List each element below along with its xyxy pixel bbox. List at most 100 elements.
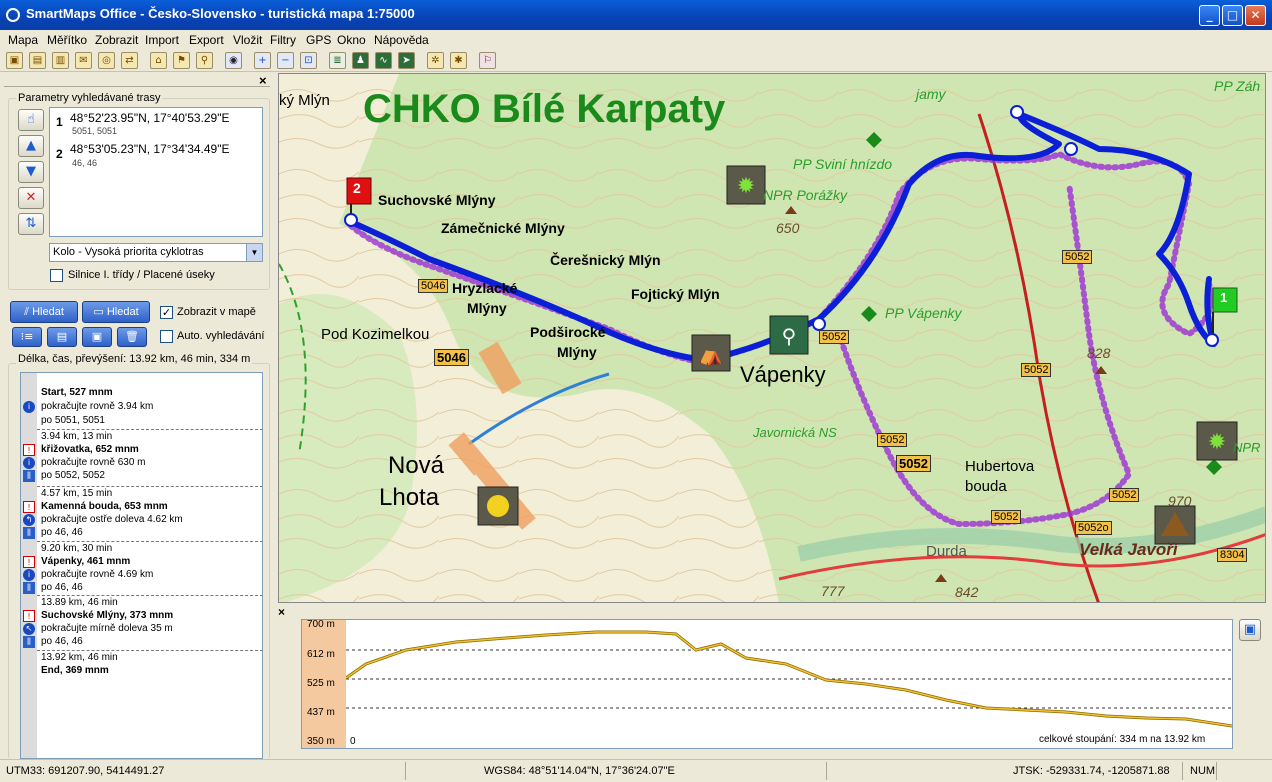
print-icon[interactable]: ▥	[52, 52, 69, 69]
road-number: 5052	[1062, 250, 1093, 264]
map-label: 828	[1087, 345, 1111, 361]
move-up-button[interactable]: ▲	[18, 135, 44, 157]
open-icon[interactable]: ▣	[6, 52, 23, 69]
trash-icon[interactable]: 🗑	[117, 327, 147, 347]
itinerary-list[interactable]: i Start, 527 mnm pokračujte rovně 3.94 k…	[20, 372, 263, 759]
show-in-map-checkbox[interactable]: ✓	[160, 306, 173, 319]
profile-summary: celkové stoupání: 334 m na 13.92 km	[1039, 734, 1206, 745]
window-title: SmartMaps Office - Česko-Slovensko - tur…	[26, 6, 415, 21]
pin-icon[interactable]: ⚐	[479, 52, 496, 69]
item-line: po 46, 46	[41, 582, 83, 593]
sync-icon[interactable]: ⇄	[121, 52, 138, 69]
profile-icon[interactable]: ∿	[375, 52, 392, 69]
car-icon: ▭	[93, 306, 107, 318]
save-icon[interactable]: ▤	[29, 52, 46, 69]
item-title: Suchovské Mlýny, 373 mnm	[41, 610, 174, 621]
waypoint-list[interactable]: 1 48°52'23.95"N, 17°40'53.29"E 5051, 505…	[49, 107, 263, 237]
delete-point-button[interactable]: ✕	[18, 187, 44, 209]
map-label: NPR Porážky	[763, 187, 848, 203]
map-label: jamy	[916, 86, 946, 102]
map-label: Čerešnický Mlýn	[550, 252, 661, 268]
svg-text:⛺: ⛺	[699, 342, 724, 366]
menu-napoveda[interactable]: Nápověda	[374, 33, 429, 47]
layers-icon[interactable]: ≣	[329, 52, 346, 69]
end-marker[interactable]: 2	[353, 180, 361, 196]
route-icon[interactable]: ⚑	[173, 52, 190, 69]
close-button[interactable]: ✕	[1245, 5, 1266, 26]
auto-search-checkbox[interactable]	[160, 330, 173, 343]
save-profile-icon[interactable]: ▣	[1239, 619, 1261, 641]
road-number: 5052	[877, 433, 908, 447]
map-label: Hubertova	[965, 458, 1035, 475]
move-down-button[interactable]: ▼	[18, 161, 44, 183]
waypoint-coords[interactable]: 48°53'05.23"N, 17°34'34.49"E	[70, 142, 230, 156]
pick-point-button[interactable]: ☝	[18, 109, 44, 131]
map-label: Vápenky	[740, 362, 826, 387]
tools-icon[interactable]: ✱	[450, 52, 467, 69]
y-tick: 700 m	[307, 619, 335, 630]
settings-icon[interactable]: ✲	[427, 52, 444, 69]
menu-meritko[interactable]: Měřítko	[47, 33, 87, 47]
waypoint-sub: 46, 46	[72, 158, 98, 168]
map-label: Velká Javoří	[1079, 540, 1178, 559]
map-label: Pod Kozimelkou	[321, 326, 430, 343]
info-icon: i	[23, 457, 35, 469]
road-icon: ⫼	[23, 636, 35, 648]
map-label: PP Sviní hnízdo	[793, 156, 893, 172]
profile-close-icon[interactable]: ×	[278, 605, 285, 619]
map-label: Nová	[388, 452, 445, 479]
item-distance: 9.20 km, 30 min	[41, 543, 113, 554]
menu-vlozit[interactable]: Vložit	[233, 33, 262, 47]
menu-import[interactable]: Import	[145, 33, 179, 47]
minimize-button[interactable]: _	[1199, 5, 1220, 26]
waypoint-coords[interactable]: 48°52'23.95"N, 17°40'53.29"E	[70, 111, 230, 125]
y-tick: 612 m	[307, 649, 335, 660]
navigate-icon[interactable]: ➤	[398, 52, 415, 69]
menu-filtry[interactable]: Filtry	[270, 33, 296, 47]
elevation-profile: × 700 m 612 m 525 m 437 m 350 m 0 celkov…	[278, 605, 1266, 753]
start-marker[interactable]: 1	[1220, 290, 1227, 305]
item-line: pokračujte rovně 4.69 km	[41, 569, 154, 580]
chevron-down-icon[interactable]: ▼	[246, 244, 262, 261]
mail-icon[interactable]: ✉	[75, 52, 92, 69]
info-icon: i	[23, 401, 35, 413]
route-summary: Délka, čas, převýšení: 13.92 km, 46 min,…	[16, 353, 253, 365]
menu-export[interactable]: Export	[189, 33, 224, 47]
reverse-button[interactable]: ⇅	[18, 213, 44, 235]
menu-mapa[interactable]: Mapa	[8, 33, 38, 47]
save-route-icon[interactable]: ▣	[82, 327, 112, 347]
auto-search-label: Auto. vyhledávání	[177, 330, 265, 342]
road-number: 5052	[1109, 488, 1140, 502]
zoom-in-icon[interactable]: +	[254, 52, 271, 69]
route-mode-select[interactable]: Kolo - Vysoká priorita cyklotras ▼	[49, 243, 263, 262]
item-title: Start, 527 mnm	[41, 387, 113, 398]
gps-icon[interactable]: ◎	[98, 52, 115, 69]
maximize-button[interactable]: □	[1222, 5, 1243, 26]
marker-icon[interactable]: ⚲	[196, 52, 213, 69]
table-icon[interactable]: ▤	[47, 327, 77, 347]
menu-zobrazit[interactable]: Zobrazit	[95, 33, 138, 47]
search-route-button[interactable]: ⫽ Hledat	[10, 301, 78, 323]
roads-checkbox[interactable]	[50, 269, 63, 282]
hiker-icon[interactable]: ♟	[352, 52, 369, 69]
search-route-alt-button[interactable]: ▭ Hledat	[82, 301, 150, 323]
list-icon[interactable]: ⁝≡	[12, 327, 42, 347]
map-label: Lhota	[379, 484, 440, 511]
zoom-out-icon[interactable]: −	[277, 52, 294, 69]
item-distance: 4.57 km, 15 min	[41, 488, 113, 499]
map-label: 650	[776, 220, 800, 236]
status-utm: UTM33: 691207.90, 5414491.27	[6, 765, 165, 777]
road-number: 5046	[434, 349, 469, 366]
map-label: Podširocké	[530, 324, 606, 340]
menu-okno[interactable]: Okno	[337, 33, 366, 47]
zoom-fit-icon[interactable]: ⊡	[300, 52, 317, 69]
eye-icon[interactable]: ◉	[225, 52, 242, 69]
map-view[interactable]: ✹ ⛺ ⚲ ✹ CHKO Bílé Karpaty ký Mlýn Suchov…	[278, 73, 1266, 603]
status-bar: UTM33: 691207.90, 5414491.27 WGS84: 48°5…	[0, 759, 1272, 782]
item-line: pokračujte mírně doleva 35 m	[41, 623, 173, 634]
profile-chart[interactable]: 700 m 612 m 525 m 437 m 350 m 0 celkové …	[301, 619, 1233, 749]
map-label: Javornická NS	[753, 425, 837, 440]
svg-text:✹: ✹	[737, 174, 755, 199]
menu-gps[interactable]: GPS	[306, 33, 331, 47]
home-icon[interactable]: ⌂	[150, 52, 167, 69]
